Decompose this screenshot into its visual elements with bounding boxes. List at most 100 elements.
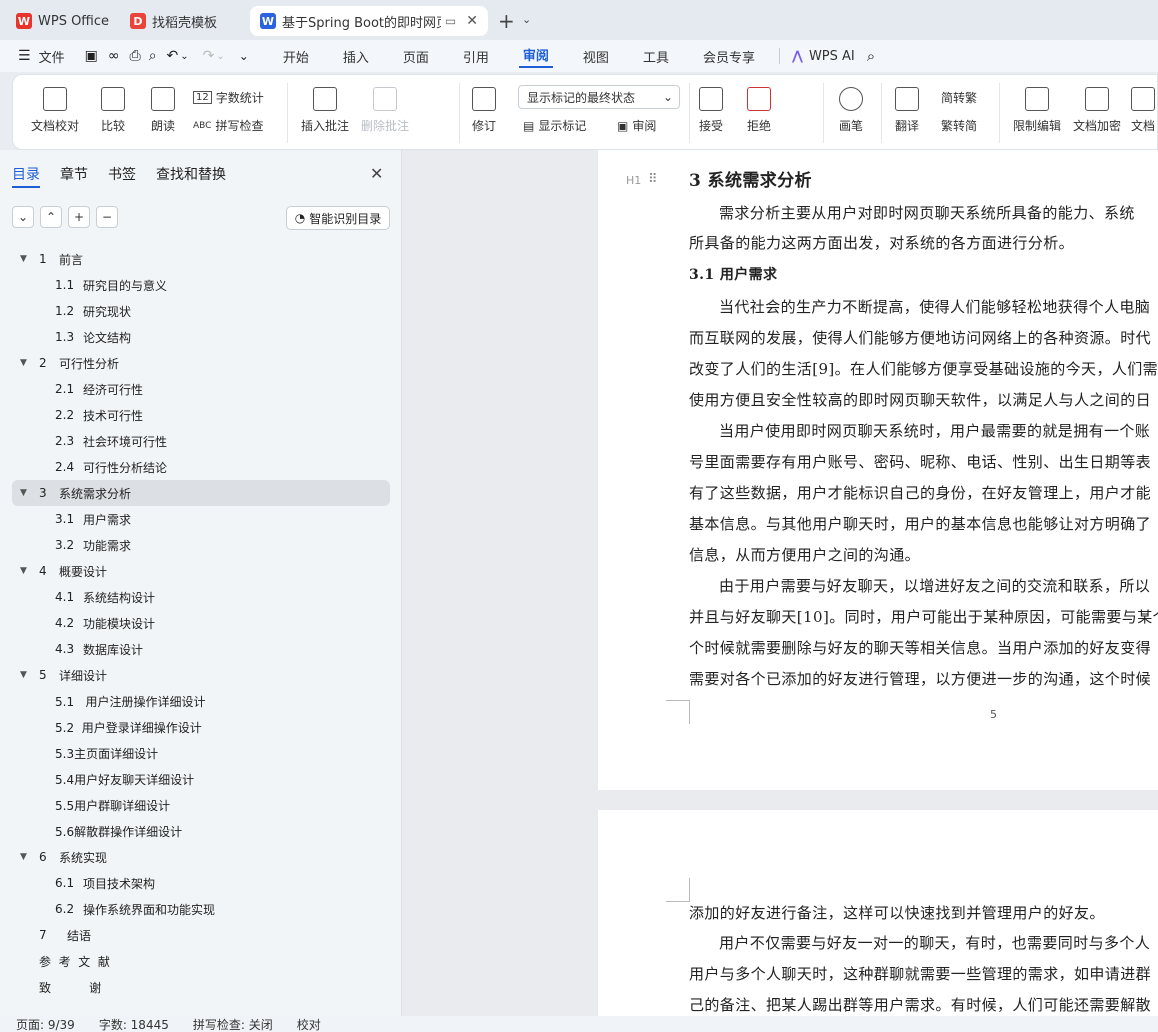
reject-button[interactable]: 拒绝	[747, 87, 771, 134]
toc-item[interactable]: ▼ 5 详细设计	[12, 662, 390, 688]
menu-home[interactable]: 开始	[279, 47, 313, 66]
print-icon[interactable]: ⎙	[129, 48, 140, 64]
toc-item[interactable]: 5.5用户群聊详细设计	[12, 792, 390, 818]
toc-item[interactable]: 1.3 论文结构	[12, 324, 390, 350]
collapse-arrow-icon[interactable]: ▼	[20, 358, 31, 368]
toc-item[interactable]: 6.2 操作系统界面和功能实现	[12, 896, 390, 922]
menu-vip[interactable]: 会员专享	[699, 47, 759, 66]
word-count-indicator[interactable]: 字数: 18445	[99, 1016, 169, 1032]
hamburger-icon[interactable]: ☰	[18, 48, 31, 64]
close-tab-icon[interactable]: ✕	[466, 13, 478, 29]
collapse-arrow-icon[interactable]: ▼	[20, 488, 31, 498]
toc-item[interactable]: ▼ 2 可行性分析	[12, 350, 390, 376]
menu-view[interactable]: 视图	[579, 47, 613, 66]
proofread-indicator[interactable]: 校对	[297, 1016, 321, 1032]
undo-icon[interactable]: ↶	[167, 48, 179, 64]
menu-wps-ai[interactable]: WPS AI	[805, 49, 859, 64]
review-pane-button[interactable]: ▣ 审阅	[617, 117, 656, 134]
new-tab-icon[interactable]: +	[498, 9, 515, 33]
tab-bookmarks[interactable]: 书签	[108, 164, 136, 188]
monitor-icon[interactable]: ▭	[445, 14, 456, 28]
delete-comment-button[interactable]: 删除批注	[361, 87, 409, 134]
tab-find-replace[interactable]: 查找和替换	[156, 164, 226, 188]
remove-level-button[interactable]: −	[96, 206, 118, 228]
menu-insert[interactable]: 插入	[339, 47, 373, 66]
spell-check-indicator[interactable]: 拼写检查: 关闭	[193, 1016, 273, 1032]
search-icon[interactable]: ⌕	[867, 47, 875, 65]
menu-references[interactable]: 引用	[459, 47, 493, 66]
traditional-to-simplified-button[interactable]: 繁转简	[941, 117, 977, 134]
markup-state-select[interactable]: 显示标记的最终状态 ⌄	[518, 85, 680, 109]
smart-toc-button[interactable]: ◔ 智能识别目录	[286, 206, 390, 230]
tab-sections[interactable]: 章节	[60, 164, 88, 188]
toc-item[interactable]: 4.1 系统结构设计	[12, 584, 390, 610]
toc-item[interactable]: 参 考 文 献	[12, 948, 390, 974]
toc-item[interactable]: 6.1 项目技术架构	[12, 870, 390, 896]
link-icon[interactable]: ∞	[108, 48, 120, 64]
read-aloud-button[interactable]: 朗读	[151, 87, 175, 134]
toc-item[interactable]: 2.2 技术可行性	[12, 402, 390, 428]
toc-item[interactable]: ▼ 4 概要设计	[12, 558, 390, 584]
toc-item[interactable]: 致 谢	[12, 974, 390, 1000]
menu-tools[interactable]: 工具	[639, 47, 673, 66]
tab-toc[interactable]: 目录	[12, 164, 40, 188]
toc-item[interactable]: 5.3主页面详细设计	[12, 740, 390, 766]
revise-button[interactable]: 修订	[472, 87, 496, 134]
toc-item[interactable]: 1.1 研究目的与意义	[12, 272, 390, 298]
collapse-arrow-icon[interactable]: ▼	[20, 566, 31, 576]
redo-chevron-icon[interactable]: ⌄	[216, 51, 224, 62]
accept-button[interactable]: 接受	[699, 87, 723, 134]
simplified-to-traditional-button[interactable]: 简转繁	[941, 89, 977, 106]
pen-button[interactable]: 画笔	[839, 87, 863, 134]
compare-button[interactable]: 比较	[101, 87, 125, 134]
show-markup-button[interactable]: ▤ 显示标记	[523, 117, 586, 134]
toc-item[interactable]: 5.2 用户登录详细操作设计	[12, 714, 390, 740]
toc-item[interactable]: 4.2 功能模块设计	[12, 610, 390, 636]
toc-item[interactable]: 3.1 用户需求	[12, 506, 390, 532]
collapse-arrow-icon[interactable]: ▼	[20, 852, 31, 862]
toc-item[interactable]: ▼ 6 系统实现	[12, 844, 390, 870]
tab-docer-templates[interactable]: D 找稻壳模板	[120, 6, 244, 36]
add-level-button[interactable]: +	[68, 206, 90, 228]
toc-item[interactable]: ▼ 3 系统需求分析	[12, 480, 390, 506]
tab-current-document[interactable]: W 基于Spring Boot的即时网页聊 ▭ ✕	[250, 6, 488, 36]
toc-item[interactable]: 1.2 研究现状	[12, 298, 390, 324]
word-count-button[interactable]: 12 字数统计	[193, 89, 264, 106]
toc-item[interactable]: ▼ 1 前言	[12, 246, 390, 272]
doc-more-button[interactable]: 文档	[1131, 87, 1155, 134]
print-preview-icon[interactable]: ⌕	[149, 48, 157, 64]
tab-list-chevron-icon[interactable]: ⌄	[522, 13, 531, 26]
toc-item[interactable]: 3.2 功能需求	[12, 532, 390, 558]
menu-review[interactable]: 审阅	[518, 45, 553, 68]
toc-item[interactable]: 7 结语	[12, 922, 390, 948]
expand-all-button[interactable]: ⌄	[12, 206, 34, 228]
menu-file[interactable]: 文件	[35, 47, 69, 66]
toc-item[interactable]: 5.6解散群操作详细设计	[12, 818, 390, 844]
toc-item[interactable]: 2.1 经济可行性	[12, 376, 390, 402]
toc-item[interactable]: 2.4 可行性分析结论	[12, 454, 390, 480]
save-icon[interactable]: ▣	[85, 48, 98, 64]
collapse-all-button[interactable]: ⌃	[40, 206, 62, 228]
wps-ai-icon[interactable]: ⋀	[792, 49, 803, 64]
more-chevron-icon[interactable]: ⌄	[239, 49, 249, 63]
toc-item[interactable]: 2.3 社会环境可行性	[12, 428, 390, 454]
redo-icon[interactable]: ↷	[203, 48, 215, 64]
toc-item[interactable]: 5.1 用户注册操作详细设计	[12, 688, 390, 714]
doc-check-button[interactable]: 文档校对	[31, 87, 79, 134]
close-sidebar-icon[interactable]: ✕	[370, 164, 383, 183]
drag-handle-icon[interactable]: ⠿	[648, 172, 658, 187]
doc-encrypt-button[interactable]: 文档加密	[1073, 87, 1121, 134]
tab-wps-office[interactable]: W WPS Office	[6, 6, 114, 36]
toc-item[interactable]: 5.4用户好友聊天详细设计	[12, 766, 390, 792]
heading-marker-icon[interactable]: H1	[626, 174, 641, 187]
collapse-arrow-icon[interactable]: ▼	[20, 670, 31, 680]
translate-button[interactable]: 翻译	[895, 87, 919, 134]
menu-page[interactable]: 页面	[399, 47, 433, 66]
toc-item[interactable]: 4.3 数据库设计	[12, 636, 390, 662]
collapse-arrow-icon[interactable]: ▼	[20, 254, 31, 264]
restrict-edit-button[interactable]: 限制编辑	[1013, 87, 1061, 134]
undo-chevron-icon[interactable]: ⌄	[180, 51, 188, 62]
spell-check-button[interactable]: ABC 拼写检查	[193, 117, 263, 134]
page-indicator[interactable]: 页面: 9/39	[16, 1016, 75, 1032]
insert-comment-button[interactable]: 插入批注	[301, 87, 349, 134]
